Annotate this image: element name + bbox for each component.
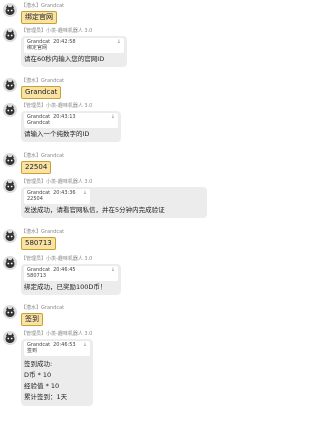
cat-avatar-icon[interactable] [3,3,17,17]
reply-line: 发送成功，请看官网私信，并在5分钟内完成验证 [24,206,165,214]
reply-line: 请输入一个纯数字的ID [24,130,90,138]
chat-message-bot: 【管理员】小羡-趣味机器人 3.0 ↓ Grandcat 20:43:36 225… [0,179,262,225]
message-bubble[interactable]: ↓ Grandcat 20:46:45 580713 绑定成功，已奖励100D币！ [21,264,121,295]
message-bubble[interactable]: ↓ Grandcat 20:46:53 签到 签到成功: D币 * 10 经验值 … [21,339,93,406]
reply-line: 绑定成功，已奖励100D币！ [24,283,107,291]
message-bubble[interactable]: 签到 [21,313,43,326]
sender-meta: 【管理员】小羡-趣味机器人 3.0 [21,331,93,337]
sender-meta: 【潜水】Grandcat [21,153,65,159]
pin-icon: ↓ [110,267,115,273]
cat-avatar-icon[interactable] [3,229,17,243]
pin-icon: ↓ [110,114,115,120]
sender-meta: 【管理员】小羡-趣味机器人 3.0 [21,256,93,262]
quoted-message[interactable]: ↓ Grandcat 20:43:13 Grandcat [24,113,118,128]
reply-line: 经验值 * 10 [24,382,60,390]
quoted-message[interactable]: ↓ Grandcat 20:46:53 签到 [24,341,90,356]
pin-icon: ↓ [82,342,87,348]
sender-meta: 【管理员】小羡-趣味机器人 3.0 [21,103,93,109]
chat-message-bot: 【管理员】小羡-趣味机器人 3.0 ↓ Grandcat 20:46:53 签到 … [0,331,262,419]
quote-text: 22504 [27,196,43,202]
quote-text: 580713 [27,273,47,279]
chat-message-bot: 【管理员】小羡-趣味机器人 3.0 ↓ Grandcat 20:42:58 绑定官… [0,28,262,74]
sender-meta: 【管理员】小羡-趣味机器人 3.0 [21,179,93,185]
message-bubble[interactable]: 绑定官网 [21,11,57,24]
reply-line: 累计签到：1天 [24,393,68,401]
quoted-message[interactable]: ↓ Grandcat 20:42:58 绑定官网 [24,38,124,53]
quote-text: Grandcat [27,120,51,126]
quote-text: 绑定官网 [27,45,48,51]
cat-avatar-icon[interactable] [3,28,17,42]
reply-line: 请在60秒内输入您的官网ID [24,55,105,63]
cat-avatar-icon[interactable] [3,305,17,319]
reply-line: D币 * 10 [24,371,52,379]
message-bubble[interactable]: Grandcat [21,86,62,99]
sender-meta: 【潜水】Grandcat [21,305,65,311]
cat-avatar-icon[interactable] [3,331,17,345]
sender-meta: 【潜水】Grandcat [21,229,65,235]
chat-message-bot: 【管理员】小羡-趣味机器人 3.0 ↓ Grandcat 20:43:13 Gra… [0,103,262,149]
quoted-message[interactable]: ↓ Grandcat 20:46:45 580713 [24,266,118,281]
sender-meta: 【潜水】Grandcat [21,78,65,84]
message-bubble[interactable]: ↓ Grandcat 20:43:36 22504 发送成功，请看官网私信，并在5… [21,187,207,218]
pin-icon: ↓ [82,190,87,196]
cat-avatar-icon[interactable] [3,256,17,270]
chat-message-bot: 【管理员】小羡-趣味机器人 3.0 ↓ Grandcat 20:46:45 580… [0,256,262,302]
cat-avatar-icon[interactable] [3,103,17,117]
chat-message-user: 【潜水】Grandcat 22504 [0,153,262,175]
cat-avatar-icon[interactable] [3,179,17,193]
cat-avatar-icon[interactable] [3,153,17,167]
chat-message-user: 【潜水】Grandcat Grandcat [0,78,262,100]
chat-message-user: 【潜水】Grandcat 绑定官网 [0,3,262,25]
cat-avatar-icon[interactable] [3,78,17,92]
quoted-message[interactable]: ↓ Grandcat 20:43:36 22504 [24,189,90,204]
chat-message-user: 【潜水】Grandcat 签到 [0,305,262,327]
sender-meta: 【潜水】Grandcat [21,3,65,9]
sender-meta: 【管理员】小羡-趣味机器人 3.0 [21,28,93,34]
quote-text: 签到 [27,348,38,354]
reply-line: 签到成功: [24,360,53,368]
message-bubble[interactable]: 580713 [21,237,56,250]
chat-message-user: 【潜水】Grandcat 580713 [0,229,262,251]
pin-icon: ↓ [116,39,121,45]
message-bubble[interactable]: 22504 [21,161,52,174]
message-bubble[interactable]: ↓ Grandcat 20:43:13 Grandcat 请输入一个纯数字的ID [21,111,121,142]
message-bubble[interactable]: ↓ Grandcat 20:42:58 绑定官网 请在60秒内输入您的官网ID [21,36,127,67]
